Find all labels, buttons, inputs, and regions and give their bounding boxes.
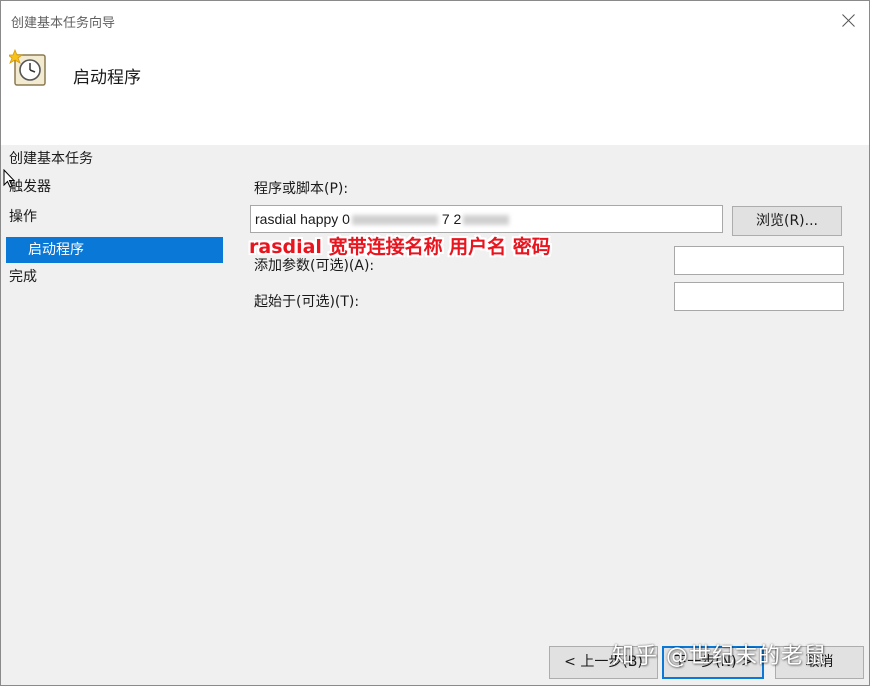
program-input[interactable]: rasdial happy 0 7 2: [250, 205, 723, 233]
mouse-cursor-icon: [3, 169, 16, 188]
watermark: 知乎 @世纪末的老鼠: [612, 644, 827, 669]
nav-item-finish[interactable]: 完成: [9, 264, 223, 290]
start-in-label: 起始于(可选)(T):: [254, 294, 360, 310]
nav-item-label: 操作: [9, 209, 37, 225]
redacted-block: [351, 215, 438, 226]
program-label: 程序或脚本(P):: [254, 181, 349, 197]
task-scheduler-icon: [9, 48, 46, 86]
start-in-input[interactable]: [674, 282, 844, 311]
args-input[interactable]: [674, 246, 844, 275]
redacted-block: [463, 215, 510, 226]
wizard-window: 创建基本任务向导 启动程序 创建基本任务 触发器 操作 启动程序 完成 程序或脚…: [0, 0, 870, 686]
nav-item-label: 完成: [9, 269, 37, 285]
nav-item-trigger[interactable]: 触发器: [9, 174, 223, 200]
nav-item-label: 启动程序: [28, 242, 84, 258]
nav-section-title: 创建基本任务: [9, 151, 93, 167]
browse-button[interactable]: 浏览(R)...: [732, 206, 842, 236]
wizard-header: 创建基本任务向导 启动程序: [1, 1, 869, 145]
args-label: 添加参数(可选)(A):: [254, 258, 375, 274]
nav-item-action[interactable]: 操作: [9, 204, 223, 230]
program-value-partial-2: 7 2: [441, 211, 462, 227]
close-icon[interactable]: [837, 9, 861, 33]
page-heading: 启动程序: [73, 68, 141, 88]
nav-item-start-program[interactable]: 启动程序: [6, 237, 223, 263]
window-title: 创建基本任务向导: [11, 16, 116, 31]
program-value: rasdial happy: [255, 211, 339, 227]
program-value-partial-1: 0: [342, 211, 350, 227]
